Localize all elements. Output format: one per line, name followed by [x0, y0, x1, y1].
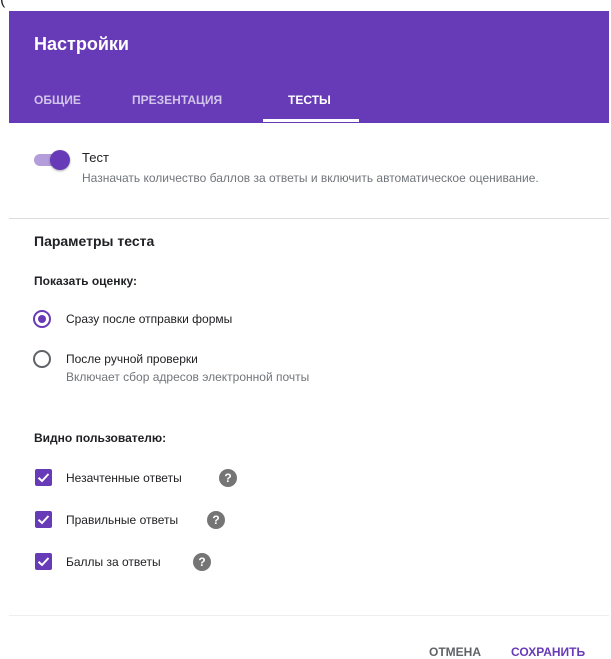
settings-dialog: Настройки Общие Презентация Тесты Тест Н… — [9, 11, 609, 659]
respondent-can-see-title: Видно пользователю: — [34, 431, 167, 445]
tab-general[interactable]: Общие — [34, 91, 81, 123]
quiz-toggle-description: Назначать количество баллов за ответы и … — [82, 171, 539, 185]
active-tab-indicator — [263, 119, 359, 122]
radio-after-review[interactable] — [33, 350, 51, 368]
radio-immediately-label: Сразу после отправки формы — [66, 312, 233, 326]
footer-divider — [9, 615, 609, 616]
help-circle-icon[interactable]: ? — [207, 511, 225, 529]
cancel-button[interactable]: Отмена — [429, 645, 481, 659]
toggle-thumb — [50, 150, 70, 170]
check-icon — [37, 473, 50, 483]
save-button[interactable]: Сохранить — [511, 645, 585, 659]
help-circle-icon[interactable]: ? — [193, 553, 211, 571]
checkbox-correct-answers-label: Правильные ответы — [66, 513, 179, 527]
checkbox-point-values-label: Баллы за ответы — [66, 555, 161, 569]
radio-button-checked-icon — [38, 315, 46, 323]
help-circle-icon[interactable]: ? — [219, 469, 237, 487]
background-text-fragment: ( — [0, 0, 5, 9]
checkbox-point-values[interactable] — [35, 553, 52, 570]
checkbox-missed-questions-label: Незачтенные ответы — [66, 471, 182, 485]
checkbox-correct-answers[interactable] — [35, 511, 52, 528]
quiz-toggle[interactable] — [32, 148, 72, 172]
radio-after-review-description: Включает сбор адресов электронной почты — [66, 370, 310, 384]
background-window-strip: ( — [0, 0, 611, 11]
tab-presentation[interactable]: Презентация — [132, 91, 222, 123]
radio-after-review-label: После ручной проверки — [66, 352, 198, 366]
release-grade-title: Показать оценку: — [34, 274, 137, 288]
dialog-header: Настройки Общие Презентация Тесты — [9, 11, 609, 123]
radio-immediately[interactable] — [33, 310, 51, 328]
checkbox-missed-questions[interactable] — [35, 469, 52, 486]
check-icon — [37, 515, 50, 525]
section-divider — [9, 218, 609, 219]
quiz-toggle-label: Тест — [82, 150, 109, 165]
quiz-options-title: Параметры теста — [34, 233, 155, 249]
dialog-title: Настройки — [34, 34, 129, 54]
check-icon — [37, 557, 50, 567]
